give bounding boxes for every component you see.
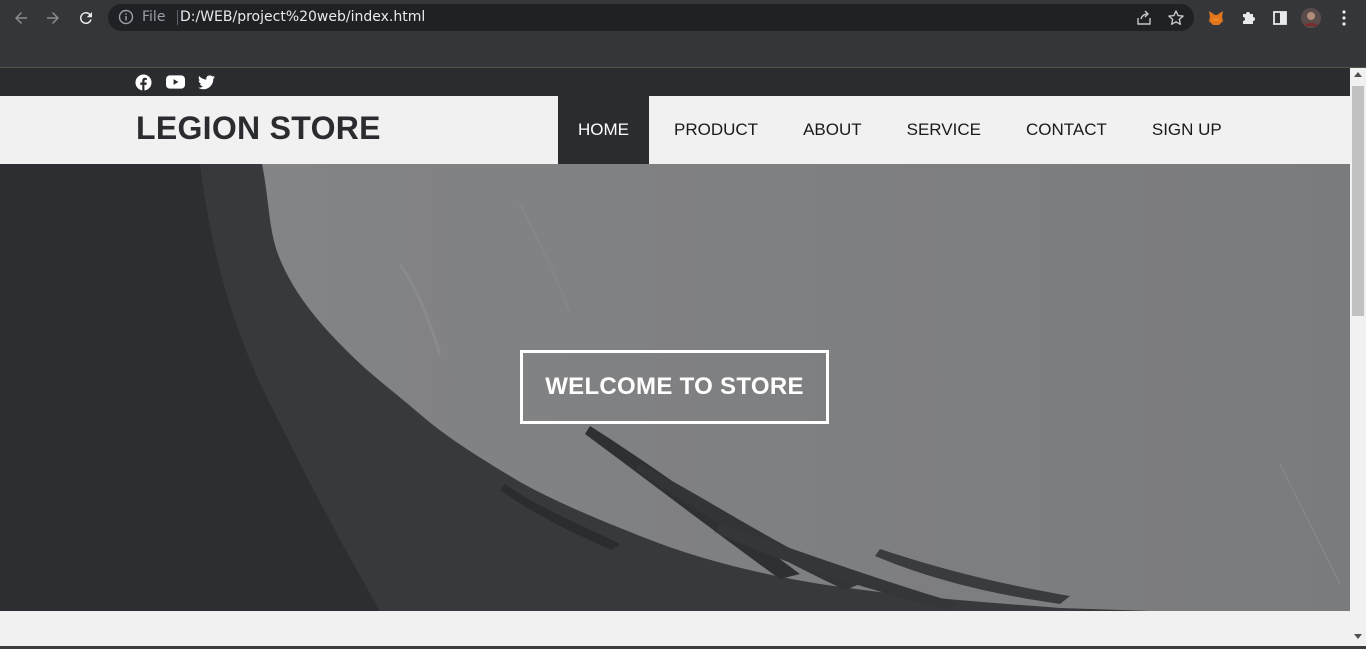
- nav-home[interactable]: HOME: [558, 96, 649, 164]
- puzzle-extension-icon: [1243, 12, 1255, 24]
- share-icon[interactable]: [1135, 9, 1153, 27]
- profile-button[interactable]: [1300, 7, 1322, 29]
- scroll-down-arrow-icon[interactable]: [1354, 634, 1362, 639]
- back-arrow-icon: [15, 12, 27, 24]
- nav-service[interactable]: SERVICE: [884, 96, 1003, 164]
- url-text[interactable]: D:/WEB/project%20web/index.html: [180, 9, 425, 25]
- facebook-icon: [134, 73, 152, 91]
- kebab-menu-icon: [1342, 10, 1346, 26]
- side-panel-button[interactable]: [1269, 7, 1291, 29]
- nav-sign-up[interactable]: SIGN UP: [1129, 96, 1244, 164]
- page-viewport: LEGION STORE HOME PRODUCT ABOUT SERVICE …: [0, 68, 1350, 649]
- hero-title: WELCOME TO STORE: [545, 373, 804, 400]
- forward-button[interactable]: [41, 6, 65, 30]
- profile-avatar: [1301, 8, 1321, 28]
- main-nav: HOME PRODUCT ABOUT SERVICE CONTACT SIGN …: [558, 96, 1244, 164]
- youtube-link[interactable]: [165, 73, 185, 91]
- file-scheme-label: File: [142, 9, 166, 25]
- youtube-icon: [165, 75, 185, 89]
- twitter-icon: [197, 74, 215, 89]
- back-button[interactable]: [9, 6, 33, 30]
- omnibox-divider: [177, 10, 178, 25]
- info-icon[interactable]: [118, 9, 134, 25]
- side-panel-icon: [1273, 11, 1287, 25]
- browser-toolbar: File D:/WEB/project%20web/index.html: [0, 0, 1366, 36]
- browser-menu-button[interactable]: [1333, 7, 1355, 29]
- forward-arrow-icon: [47, 12, 59, 24]
- scroll-thumb[interactable]: [1352, 86, 1364, 316]
- site-header: LEGION STORE HOME PRODUCT ABOUT SERVICE …: [0, 96, 1350, 164]
- nav-product[interactable]: PRODUCT: [649, 96, 780, 164]
- metamask-fox-icon: [1209, 11, 1223, 25]
- reload-icon: [79, 12, 92, 25]
- address-bar[interactable]: File D:/WEB/project%20web/index.html: [108, 4, 1194, 31]
- nav-contact[interactable]: CONTACT: [1003, 96, 1129, 164]
- social-top-bar: [0, 68, 1350, 96]
- hero-banner: WELCOME TO STORE: [0, 164, 1350, 611]
- metamask-extension[interactable]: [1205, 7, 1227, 29]
- reload-button[interactable]: [74, 6, 98, 30]
- twitter-link[interactable]: [197, 73, 215, 91]
- facebook-link[interactable]: [134, 73, 152, 91]
- browser-chrome: File D:/WEB/project%20web/index.html: [0, 0, 1366, 68]
- scroll-up-arrow-icon[interactable]: [1354, 72, 1362, 77]
- star-icon[interactable]: [1167, 9, 1185, 27]
- site-logo[interactable]: LEGION STORE: [136, 110, 381, 147]
- hero-title-box: WELCOME TO STORE: [520, 350, 829, 424]
- extensions-button[interactable]: [1237, 7, 1259, 29]
- page-scrollbar[interactable]: [1350, 68, 1366, 649]
- nav-about[interactable]: ABOUT: [780, 96, 884, 164]
